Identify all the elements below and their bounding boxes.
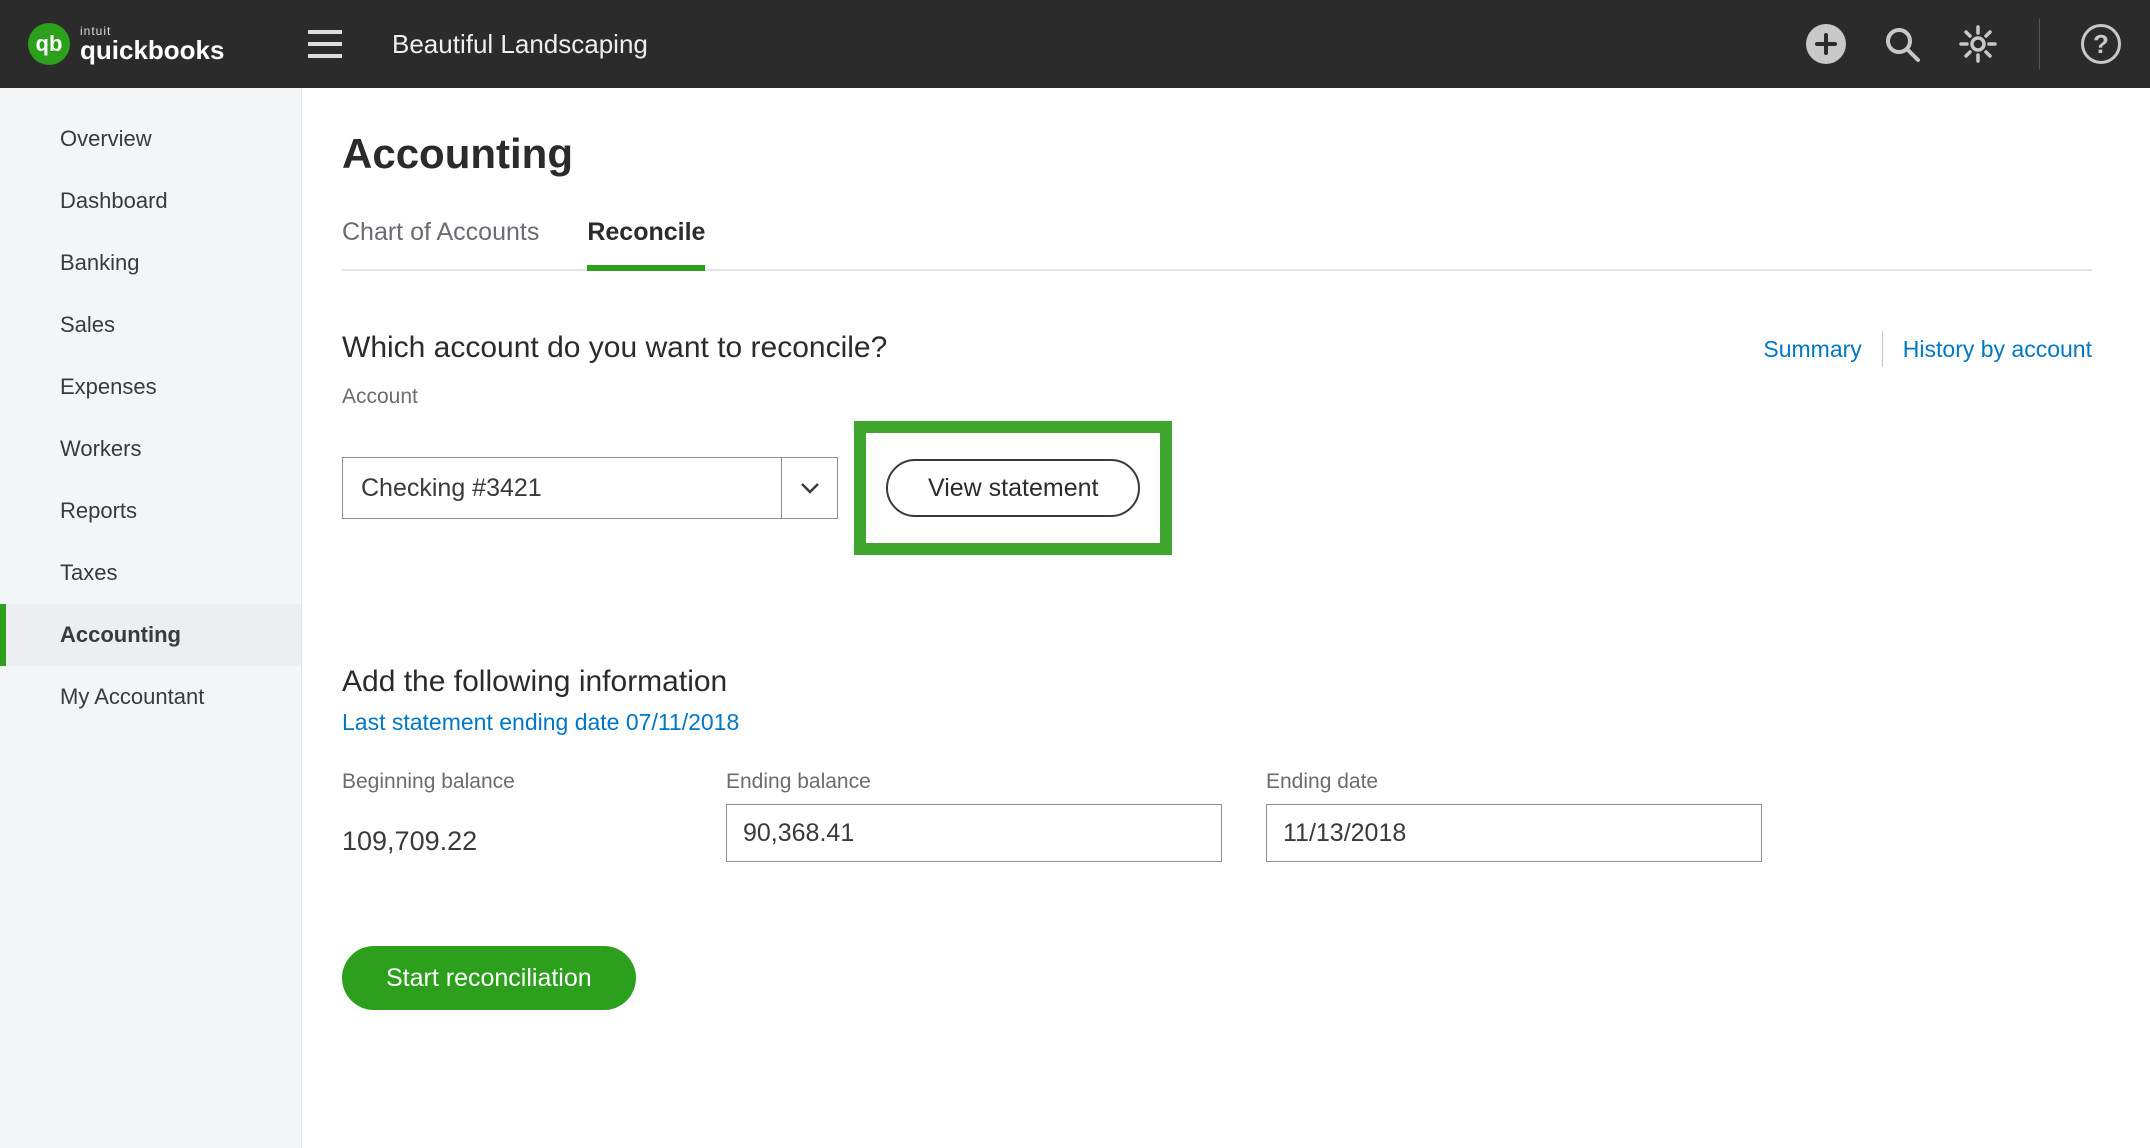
sidebar-item-my-accountant[interactable]: My Accountant	[0, 666, 301, 728]
account-select-chevron	[781, 458, 837, 518]
sidebar: Overview Dashboard Banking Sales Expense…	[0, 88, 302, 1148]
sidebar-item-sales[interactable]: Sales	[0, 294, 301, 356]
settings-button[interactable]	[1957, 23, 1999, 65]
brand-logo[interactable]: qb intuit quickbooks	[28, 23, 268, 65]
gear-icon	[1958, 24, 1998, 64]
history-link[interactable]: History by account	[1903, 336, 2092, 363]
sidebar-item-accounting[interactable]: Accounting	[0, 604, 301, 666]
search-icon	[1883, 25, 1921, 63]
ending-date-label: Ending date	[1266, 770, 1762, 794]
ending-balance-input[interactable]	[726, 804, 1222, 862]
help-button[interactable]: ?	[2080, 23, 2122, 65]
page-tabs: Chart of Accounts Reconcile	[342, 218, 2092, 271]
summary-link[interactable]: Summary	[1763, 336, 1861, 363]
hamburger-menu-button[interactable]	[308, 30, 342, 58]
topbar-divider	[2039, 19, 2040, 69]
sidebar-item-overview[interactable]: Overview	[0, 108, 301, 170]
chevron-down-icon	[800, 482, 820, 494]
sidebar-item-expenses[interactable]: Expenses	[0, 356, 301, 418]
main-content: Accounting Chart of Accounts Reconcile W…	[302, 88, 2150, 1148]
page-title: Accounting	[342, 130, 2092, 178]
account-select-value: Checking #3421	[343, 474, 781, 503]
beginning-balance-label: Beginning balance	[342, 770, 682, 794]
company-name[interactable]: Beautiful Landscaping	[392, 29, 648, 60]
reconcile-question: Which account do you want to reconcile?	[342, 331, 887, 365]
search-button[interactable]	[1881, 23, 1923, 65]
topbar-actions: ?	[1805, 19, 2122, 69]
account-label: Account	[342, 385, 2092, 409]
hamburger-icon	[308, 30, 342, 58]
reconcile-links: Summary History by account	[1763, 331, 2092, 367]
view-statement-highlight: View statement	[854, 421, 1172, 555]
sidebar-item-taxes[interactable]: Taxes	[0, 542, 301, 604]
start-reconciliation-button[interactable]: Start reconciliation	[342, 946, 636, 1010]
beginning-balance-value: 109,709.22	[342, 826, 682, 857]
sidebar-item-dashboard[interactable]: Dashboard	[0, 170, 301, 232]
view-statement-button[interactable]: View statement	[886, 459, 1140, 517]
sidebar-item-workers[interactable]: Workers	[0, 418, 301, 480]
plus-icon	[1806, 24, 1846, 64]
info-heading: Add the following information	[342, 665, 2092, 699]
brand-text: intuit quickbooks	[80, 25, 224, 63]
help-icon: ?	[2081, 24, 2121, 64]
topbar: qb intuit quickbooks Beautiful Landscapi…	[0, 0, 2150, 88]
add-button[interactable]	[1805, 23, 1847, 65]
last-statement-link[interactable]: Last statement ending date 07/11/2018	[342, 709, 739, 736]
qb-logo-icon: qb	[28, 23, 70, 65]
account-select[interactable]: Checking #3421	[342, 457, 838, 519]
sidebar-item-reports[interactable]: Reports	[0, 480, 301, 542]
link-divider	[1882, 331, 1883, 367]
ending-date-input[interactable]	[1266, 804, 1762, 862]
ending-balance-label: Ending balance	[726, 770, 1222, 794]
brand-name: quickbooks	[80, 37, 224, 63]
tab-reconcile[interactable]: Reconcile	[587, 218, 705, 271]
sidebar-item-banking[interactable]: Banking	[0, 232, 301, 294]
tab-chart-of-accounts[interactable]: Chart of Accounts	[342, 218, 539, 269]
